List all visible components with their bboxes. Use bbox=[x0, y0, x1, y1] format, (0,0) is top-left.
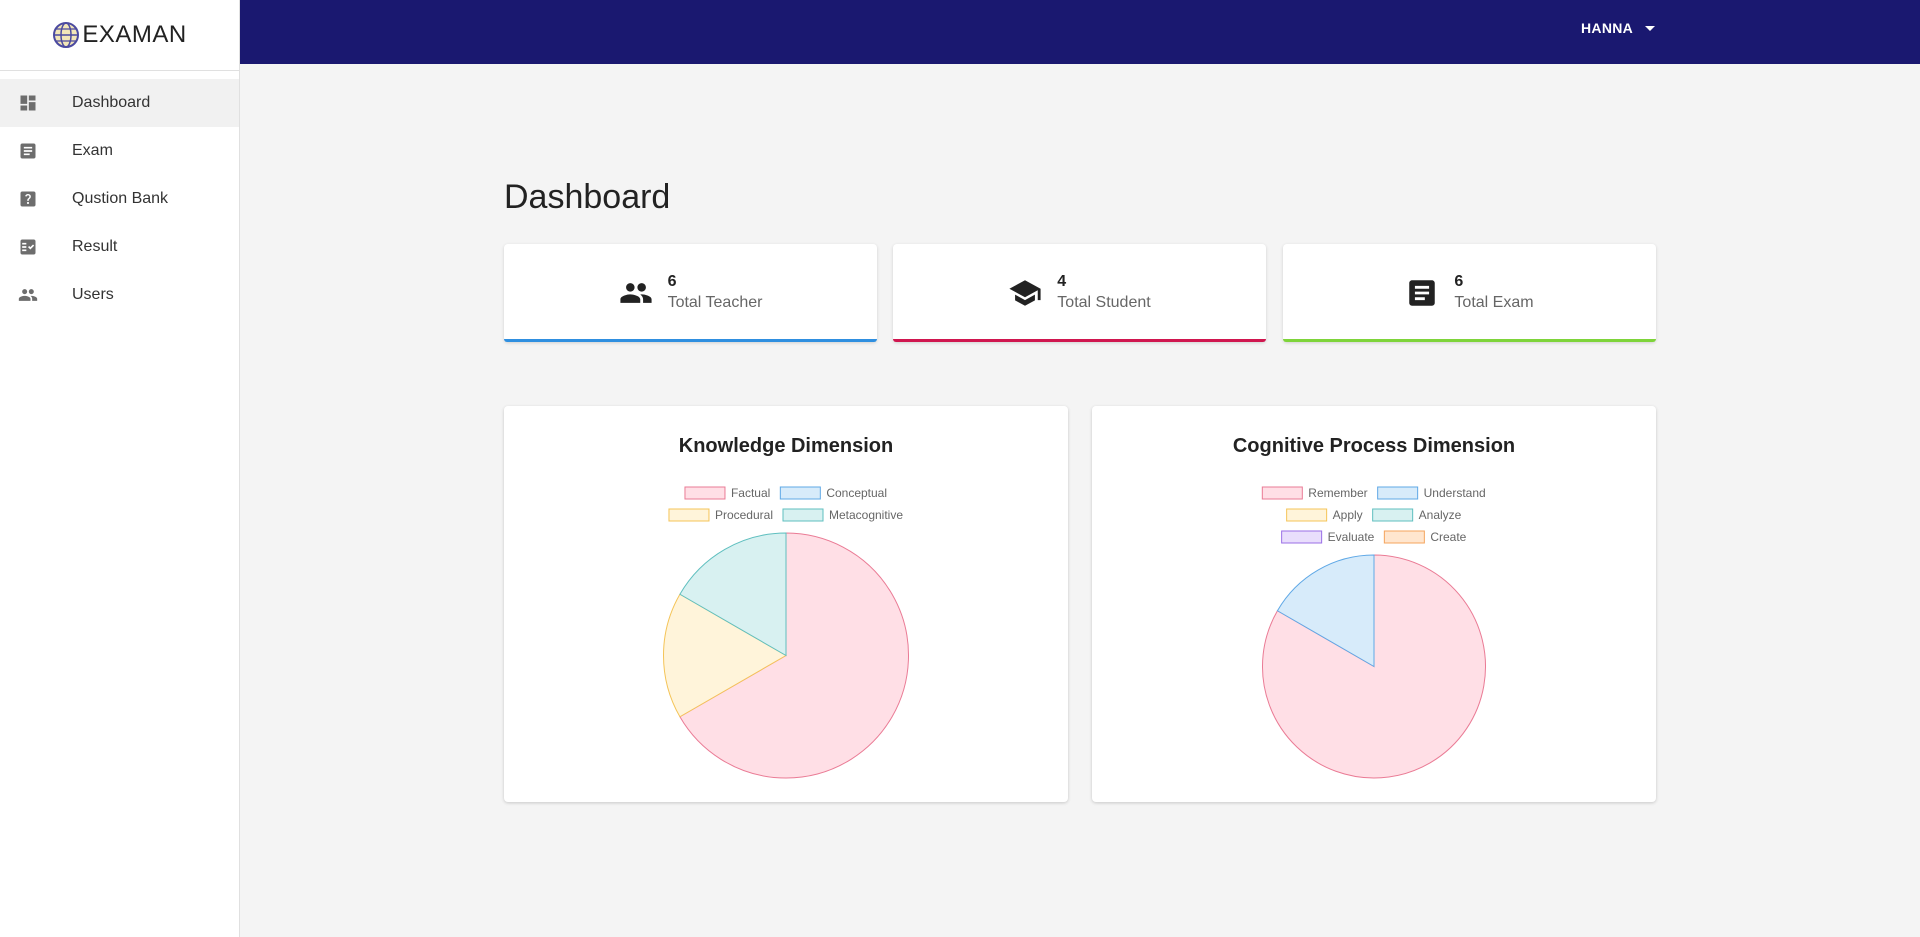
school-icon bbox=[1008, 276, 1042, 310]
topbar: HANNA bbox=[240, 0, 1920, 64]
legend-label: Metacognitive bbox=[829, 508, 903, 522]
legend-label: Understand bbox=[1424, 486, 1486, 500]
stat-card-teacher: 6 Total Teacher bbox=[504, 244, 877, 342]
brand[interactable]: EXAMAN bbox=[0, 0, 239, 71]
sidebar-item-label: Result bbox=[72, 238, 118, 255]
legend-label: Factual bbox=[731, 486, 770, 500]
legend-label: Analyze bbox=[1419, 508, 1462, 522]
legend-item-conceptual[interactable]: Conceptual bbox=[779, 486, 887, 500]
knowledge-dimension-chart-card: Knowledge Dimension Factual Conceptual Proc… bbox=[504, 406, 1068, 802]
sidebar-item-label: Dashboard bbox=[72, 94, 151, 111]
dashboard-icon bbox=[18, 93, 38, 113]
legend-item-create[interactable]: Create bbox=[1383, 530, 1467, 544]
sidebar-item-question-bank[interactable]: Qustion Bank bbox=[0, 175, 239, 223]
legend-label: Apply bbox=[1333, 508, 1363, 522]
stat-accent-bar bbox=[1283, 339, 1656, 342]
stat-value: 6 bbox=[667, 273, 677, 290]
user-name: HANNA bbox=[1581, 20, 1634, 36]
stat-card-student: 4 Total Student bbox=[893, 244, 1266, 342]
user-menu-button[interactable]: HANNA bbox=[1581, 20, 1656, 36]
legend-item-understand[interactable]: Understand bbox=[1377, 486, 1486, 500]
knowledge-dimension-pie-chart: Knowledge Dimension Factual Conceptual Proc… bbox=[663, 435, 909, 779]
stat-label: Total Student bbox=[1057, 294, 1151, 311]
legend-item-evaluate[interactable]: Evaluate bbox=[1281, 530, 1375, 544]
legend-item-analyze[interactable]: Analyze bbox=[1372, 508, 1462, 522]
sidebar-nav: Dashboard Exam Qustion Bank Result Users bbox=[0, 79, 239, 319]
help-icon bbox=[18, 189, 38, 209]
people-icon bbox=[18, 285, 38, 305]
stat-card-exam: 6 Total Exam bbox=[1283, 244, 1656, 342]
cognitive-process-chart-card: Cognitive Process Dimension Remember Under… bbox=[1092, 406, 1656, 802]
legend-item-metacognitive[interactable]: Metacognitive bbox=[782, 508, 903, 522]
legend-item-factual[interactable]: Factual bbox=[684, 486, 770, 500]
legend-label: Create bbox=[1430, 530, 1466, 544]
sidebar-item-exam[interactable]: Exam bbox=[0, 127, 239, 175]
document-icon bbox=[1405, 276, 1439, 310]
globe-logo-icon bbox=[53, 22, 80, 48]
document-icon bbox=[18, 141, 38, 161]
stat-accent-bar bbox=[504, 339, 877, 342]
cognitive-process-pie-chart: Cognitive Process Dimension Remember Under… bbox=[1233, 435, 1515, 779]
legend-label: Remember bbox=[1308, 486, 1367, 500]
legend-label: Evaluate bbox=[1328, 530, 1375, 544]
sidebar-item-result[interactable]: Result bbox=[0, 223, 239, 271]
caret-down-icon bbox=[1645, 25, 1656, 31]
sidebar: EXAMAN Dashboard Exam Qustion Bank Resul… bbox=[0, 0, 240, 937]
stat-label: Total Exam bbox=[1454, 294, 1534, 311]
sidebar-item-label: Qustion Bank bbox=[72, 190, 169, 207]
stat-value: 4 bbox=[1057, 273, 1067, 290]
app-name: EXAMAN bbox=[82, 21, 187, 48]
page-title: Dashboard bbox=[504, 178, 671, 216]
legend-label: Procedural bbox=[715, 508, 773, 522]
legend-item-procedural[interactable]: Procedural bbox=[668, 508, 773, 522]
legend-item-remember[interactable]: Remember bbox=[1261, 486, 1368, 500]
stat-accent-bar bbox=[893, 339, 1266, 342]
checklist-icon bbox=[18, 237, 38, 257]
legend-label: Conceptual bbox=[826, 486, 887, 500]
sidebar-item-dashboard[interactable]: Dashboard bbox=[0, 79, 239, 127]
people-icon bbox=[619, 276, 653, 310]
legend-item-apply[interactable]: Apply bbox=[1286, 508, 1363, 522]
stat-label: Total Teacher bbox=[667, 294, 763, 311]
stat-value: 6 bbox=[1454, 273, 1464, 290]
sidebar-item-label: Exam bbox=[72, 142, 113, 159]
chart-title: Knowledge Dimension bbox=[679, 435, 893, 457]
sidebar-item-users[interactable]: Users bbox=[0, 271, 239, 319]
sidebar-item-label: Users bbox=[72, 286, 114, 303]
chart-title: Cognitive Process Dimension bbox=[1233, 435, 1515, 457]
